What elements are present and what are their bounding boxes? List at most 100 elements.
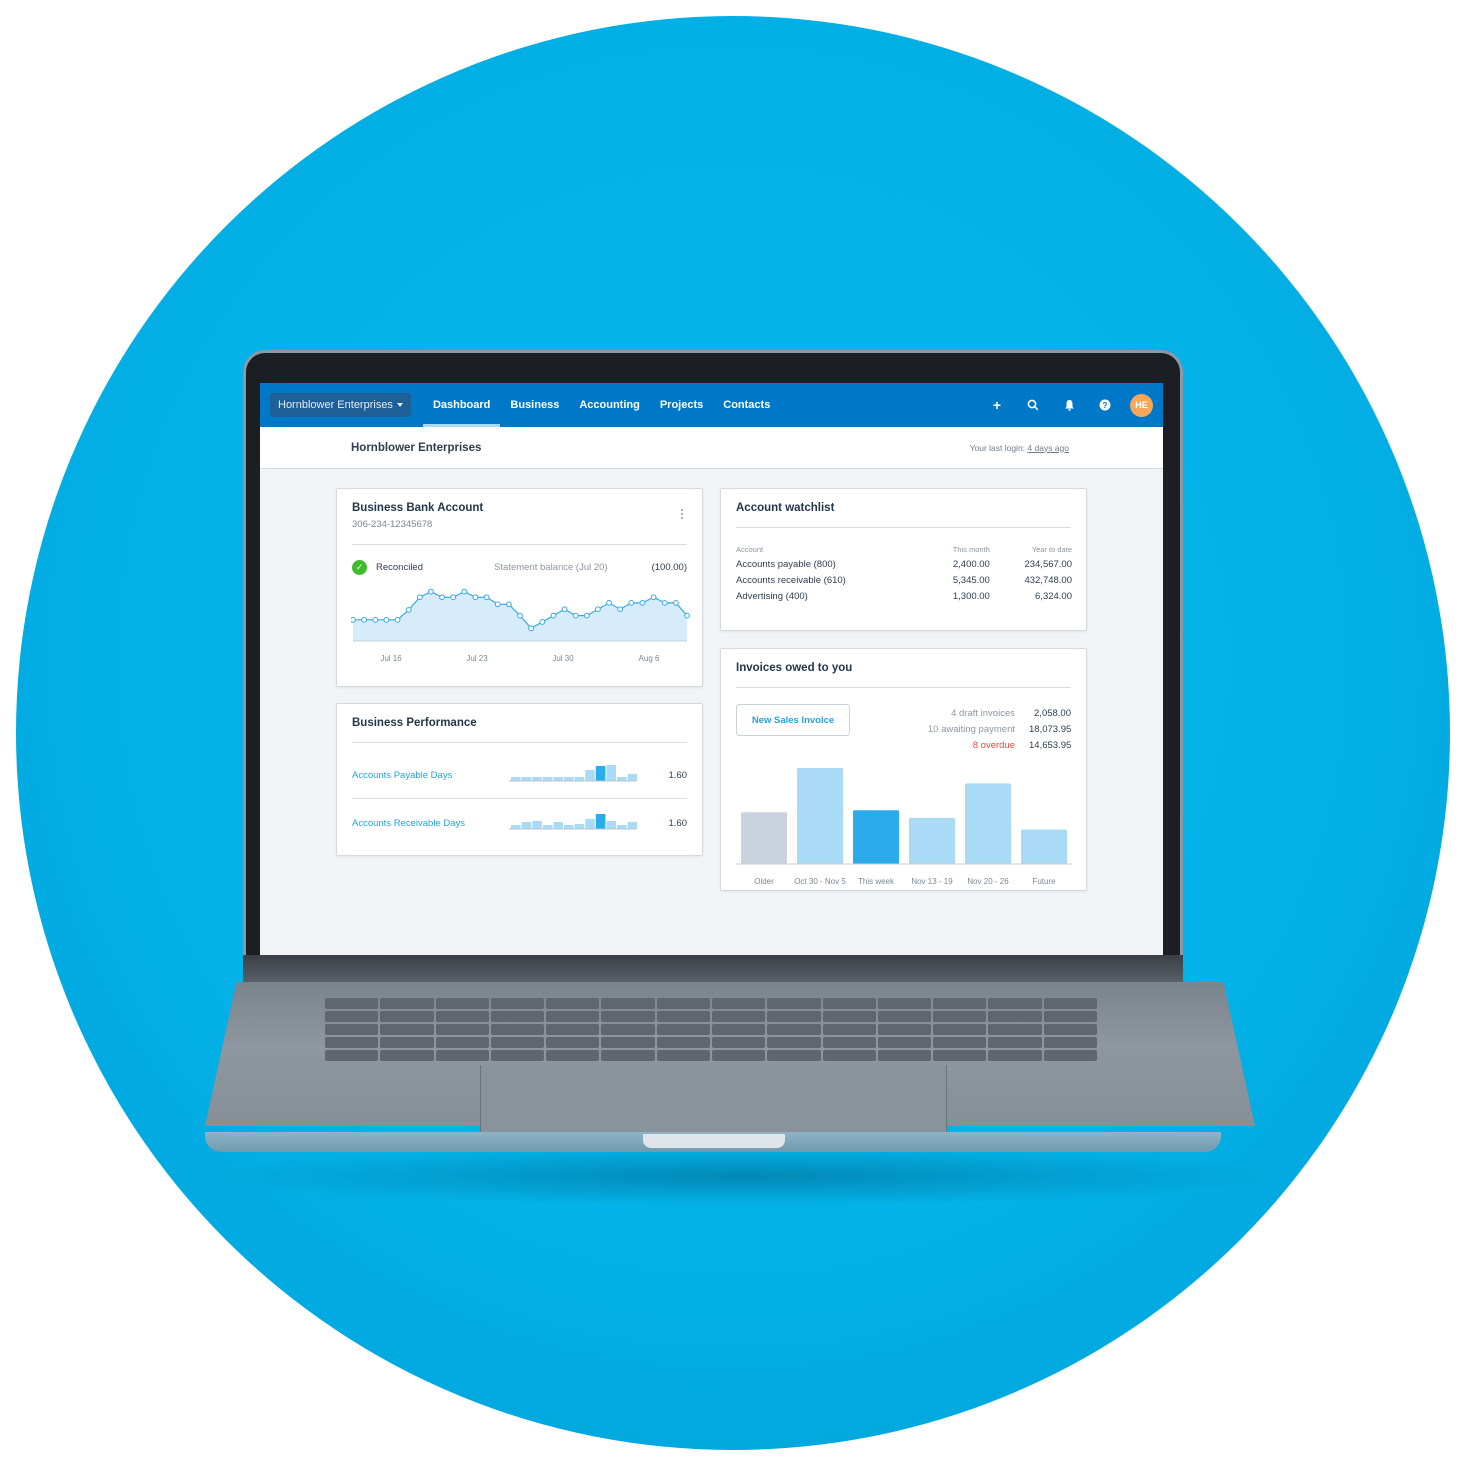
data-point[interactable] — [639, 599, 646, 606]
invoice-bar[interactable] — [965, 783, 1011, 864]
data-point[interactable] — [561, 606, 568, 613]
keyboard-key — [1043, 1024, 1097, 1035]
invoice-bar[interactable] — [853, 810, 899, 864]
invoices-owed-title: Invoices owed to you — [736, 662, 853, 674]
this-month-value: 2,400.00 — [952, 558, 990, 570]
data-point[interactable] — [383, 616, 390, 623]
data-point[interactable] — [672, 599, 679, 606]
keyboard-key — [546, 1011, 600, 1022]
table-row[interactable]: Accounts receivable (610) 5,345.00 432,7… — [736, 572, 1072, 588]
keyboard-key — [1043, 1011, 1097, 1022]
data-point[interactable] — [394, 616, 401, 623]
keyboard-key — [933, 1037, 987, 1048]
keyboard-key — [1043, 1037, 1097, 1048]
summary-row-awaiting[interactable]: 10 awaiting payment 18,073.95 — [928, 721, 1071, 737]
keyboard-key — [325, 998, 379, 1009]
invoice-bar[interactable] — [741, 812, 787, 864]
data-point[interactable] — [595, 606, 601, 613]
tab-dashboard[interactable]: Dashboard — [422, 383, 501, 427]
keyboard-key — [711, 1050, 766, 1061]
data-point[interactable] — [539, 619, 546, 625]
data-point[interactable] — [472, 594, 479, 601]
keyboard-key — [325, 1011, 379, 1022]
x-tick-label: Oct 30 - Nov 5 — [794, 877, 846, 886]
summary-row-overdue[interactable]: 8 overdue 14,653.95 — [928, 737, 1072, 753]
data-point[interactable] — [372, 616, 379, 623]
data-point[interactable] — [583, 612, 590, 619]
avatar[interactable]: HE — [1130, 393, 1153, 417]
data-point[interactable] — [439, 594, 445, 601]
sparkline-bar — [553, 822, 563, 829]
keyboard-key — [877, 998, 932, 1009]
data-point[interactable] — [461, 588, 468, 595]
data-point[interactable] — [405, 607, 412, 613]
divider — [736, 527, 1071, 528]
help-icon[interactable]: ? — [1094, 394, 1116, 416]
bell-icon[interactable] — [1058, 394, 1080, 416]
data-point[interactable] — [550, 612, 557, 619]
column-header: Year to date — [1031, 545, 1072, 554]
tab-projects[interactable]: Projects — [650, 383, 713, 427]
search-icon[interactable] — [1022, 394, 1044, 416]
keyboard-key — [988, 1037, 1042, 1048]
new-sales-invoice-button[interactable]: New Sales Invoice — [736, 704, 850, 736]
data-point[interactable] — [606, 599, 612, 606]
keyboard-key — [490, 1011, 545, 1022]
bank-account-number: 306-234-12345678 — [352, 519, 433, 530]
data-point[interactable] — [628, 599, 635, 606]
tab-accounting[interactable]: Accounting — [569, 383, 650, 427]
accounts-payable-days-link[interactable]: Accounts Payable Days — [352, 770, 509, 781]
keyboard-key — [656, 1011, 710, 1022]
data-point[interactable] — [428, 588, 434, 595]
data-point[interactable] — [684, 612, 690, 619]
plus-icon[interactable]: + — [986, 394, 1008, 416]
reconcile-status: Reconciled — [376, 561, 423, 573]
tab-contacts[interactable]: Contacts — [713, 383, 780, 427]
invoice-bar[interactable] — [1021, 829, 1067, 864]
summary-row-draft[interactable]: 4 draft invoices 2,058.00 — [928, 705, 1071, 721]
x-tick-label: Nov 13 - 19 — [911, 877, 953, 886]
data-point[interactable] — [483, 594, 490, 601]
data-point[interactable] — [572, 612, 579, 619]
laptop-notch — [643, 1134, 785, 1148]
data-point[interactable] — [361, 616, 368, 623]
laptop-trackpad — [480, 1065, 947, 1135]
keyboard-key — [877, 1037, 932, 1048]
keyboard-key — [380, 1037, 434, 1048]
bank-account-title[interactable]: Business Bank Account — [352, 502, 483, 514]
table-row[interactable]: Accounts payable (800) 2,400.00 234,567.… — [736, 556, 1072, 572]
data-point[interactable] — [528, 625, 535, 632]
keyboard-key — [1043, 998, 1097, 1009]
last-login-link[interactable]: 4 days ago — [1027, 443, 1069, 453]
sparkline-bar — [511, 777, 521, 781]
org-switcher[interactable]: Hornblower Enterprises — [270, 393, 411, 417]
keyboard-key — [767, 1011, 821, 1022]
invoice-bar[interactable] — [909, 817, 955, 864]
tab-business[interactable]: Business — [500, 383, 569, 427]
invoice-bar[interactable] — [797, 768, 843, 864]
sparkline-bar — [627, 774, 637, 781]
data-point[interactable] — [351, 616, 356, 623]
data-point[interactable] — [450, 594, 457, 601]
accounts-payable-days-value: 1.60 — [668, 769, 688, 781]
keyboard-key — [325, 1050, 379, 1061]
data-point[interactable] — [650, 594, 657, 601]
keyboard-key — [711, 1011, 766, 1022]
data-point[interactable] — [661, 599, 668, 606]
watchlist-table: Account This month Year to date Accounts… — [736, 545, 1072, 604]
keyboard-key — [546, 1037, 600, 1048]
more-options-icon[interactable] — [681, 509, 684, 519]
keyboard-key — [767, 998, 821, 1009]
accounts-receivable-days-link[interactable]: Accounts Receivable Days — [352, 818, 509, 829]
table-row[interactable]: Advertising (400) 1,300.00 6,324.00 — [736, 588, 1072, 604]
data-point[interactable] — [416, 594, 423, 601]
keyboard-key — [656, 1024, 710, 1035]
data-point[interactable] — [505, 601, 512, 608]
keyboard-key — [877, 1050, 932, 1061]
keyboard-key — [988, 1024, 1042, 1035]
account-name: Accounts payable (800) — [736, 558, 836, 570]
data-point[interactable] — [494, 601, 501, 608]
data-point[interactable] — [517, 612, 523, 619]
data-point[interactable] — [617, 606, 624, 613]
keyboard-key — [490, 1024, 545, 1035]
